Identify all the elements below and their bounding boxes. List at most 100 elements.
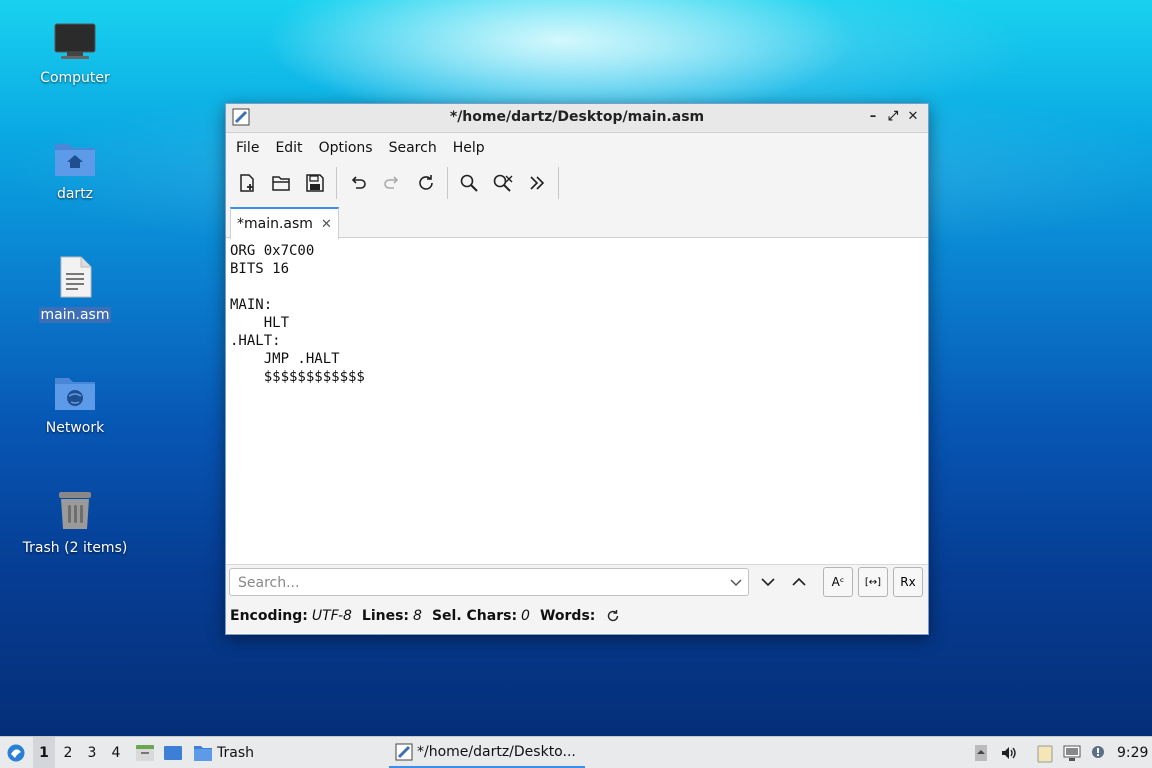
text-editor-area[interactable]: ORG 0x7C00 BITS 16 MAIN: HLT .HALT: JMP … [226, 238, 928, 564]
tab-bar: *main.asm ✕ [226, 203, 928, 239]
desktop: Computer dartz main.asm Network Trash (2… [0, 0, 1152, 736]
desktop-icon-label: dartz [56, 186, 94, 202]
taskbar: 1 2 3 4 Trash */home/dartz/Deskto... 9:2… [0, 736, 1152, 768]
tray-network[interactable] [1061, 737, 1083, 768]
menu-search[interactable]: Search [383, 140, 443, 156]
desktop-icon-main-asm[interactable]: main.asm [15, 255, 135, 323]
quicklaunch-show-desktop[interactable] [161, 737, 185, 768]
clock[interactable]: 9:29 [1117, 737, 1149, 768]
new-document-button[interactable] [234, 170, 260, 196]
toolbar-separator [558, 167, 559, 199]
maximize-button[interactable]: ⤢ [884, 108, 902, 126]
editor-content[interactable]: ORG 0x7C00 BITS 16 MAIN: HLT .HALT: JMP … [230, 242, 924, 386]
window-title: */home/dartz/Desktop/main.asm [449, 109, 705, 125]
desktop-icon-label: Network [45, 420, 105, 436]
find-next-button[interactable] [754, 568, 782, 596]
more-tools-button[interactable] [524, 170, 550, 196]
chevron-down-icon [761, 578, 775, 587]
window-titlebar[interactable]: */home/dartz/Desktop/main.asm – ⤢ ✕ [226, 104, 928, 133]
info-icon [1092, 745, 1104, 758]
workspace-2[interactable]: 2 [57, 737, 79, 768]
text-file-icon [60, 256, 92, 298]
status-bar: Encoding: UTF-8 Lines: 8 Sel. Chars: 0 W… [226, 599, 928, 633]
task-text-editor-label: */home/dartz/Deskto... [417, 743, 576, 760]
toolbar-separator [447, 167, 448, 199]
open-button[interactable] [268, 170, 294, 196]
lines-value: 8 [413, 608, 422, 624]
encoding-value: UTF-8 [311, 608, 352, 624]
encoding-label: Encoding: [230, 608, 308, 624]
volume-control[interactable] [998, 737, 1020, 768]
close-button[interactable]: ✕ [904, 108, 922, 126]
desktop-icon-home-folder[interactable]: dartz [15, 138, 135, 202]
trash-icon [59, 492, 91, 529]
find-button[interactable] [456, 170, 482, 196]
menu-help[interactable]: Help [447, 140, 491, 156]
start-menu-button[interactable] [4, 737, 28, 768]
file-manager-icon [136, 744, 154, 761]
home-folder-icon [55, 144, 95, 176]
search-bar: Aᶜ [↔] Rx [226, 564, 928, 599]
lines-label: Lines: [361, 608, 410, 624]
volume-icon [1002, 746, 1016, 759]
desktop-icon-computer[interactable]: Computer [15, 22, 135, 86]
workspace-4[interactable]: 4 [105, 737, 127, 768]
tray-updates[interactable] [1088, 737, 1108, 768]
tab-label: *main.asm [237, 216, 313, 232]
open-folder-icon [272, 176, 290, 191]
search-box[interactable] [229, 568, 749, 596]
task-trash[interactable]: Trash [193, 737, 254, 768]
find-replace-button[interactable] [490, 170, 516, 196]
reload-icon [419, 175, 433, 190]
folder-icon [194, 745, 212, 761]
sel-chars-label: Sel. Chars: [431, 608, 518, 624]
quicklaunch-file-manager[interactable] [134, 737, 156, 768]
menu-file[interactable]: File [230, 140, 265, 156]
desktop-icon-network[interactable]: Network [15, 372, 135, 436]
desktop-icon-label: Computer [40, 70, 110, 86]
regex-button[interactable]: Rx [893, 567, 923, 597]
network-folder-icon [55, 378, 95, 410]
clipboard-icon [1037, 745, 1053, 762]
refresh-words-icon[interactable] [605, 608, 621, 624]
text-editor-app-icon [395, 743, 413, 760]
find-icon [460, 174, 478, 192]
find-replace-icon [493, 174, 513, 192]
save-icon [306, 174, 324, 192]
sel-chars-value: 0 [521, 608, 530, 624]
lxqt-menu-icon [7, 744, 25, 761]
tray-clipboard[interactable] [1034, 737, 1056, 768]
reload-button[interactable] [413, 170, 439, 196]
undo-icon [351, 176, 366, 189]
save-button[interactable] [302, 170, 328, 196]
editor-window: */home/dartz/Desktop/main.asm – ⤢ ✕ File… [225, 103, 929, 635]
workspace-1[interactable]: 1 [33, 737, 55, 768]
desktop-icon-label: Trash (2 items) [22, 540, 128, 556]
menu-options[interactable]: Options [313, 140, 379, 156]
whole-word-button[interactable]: [↔] [858, 567, 888, 597]
new-document-icon [240, 174, 254, 192]
undo-button[interactable] [345, 170, 371, 196]
task-trash-label: Trash [217, 744, 254, 761]
more-icon [530, 176, 545, 190]
toolbar [226, 163, 928, 203]
tab-close-icon[interactable]: ✕ [321, 217, 332, 232]
chevron-up-icon [792, 577, 806, 586]
redo-icon [384, 176, 399, 189]
chevron-down-icon[interactable] [728, 572, 744, 592]
redo-button[interactable] [379, 170, 405, 196]
words-label: Words: [539, 608, 596, 624]
tray-notifications[interactable] [972, 737, 990, 768]
search-input[interactable] [236, 572, 720, 594]
desktop-icon-label: main.asm [38, 307, 112, 323]
show-desktop-icon [164, 745, 182, 760]
tray-arrow-icon [975, 744, 987, 761]
desktop-icon-trash[interactable]: Trash (2 items) [15, 488, 135, 556]
workspace-3[interactable]: 3 [81, 737, 103, 768]
task-text-editor[interactable]: */home/dartz/Deskto... [389, 737, 585, 768]
find-previous-button[interactable] [785, 568, 813, 596]
menu-edit[interactable]: Edit [269, 140, 308, 156]
match-case-button[interactable]: Aᶜ [823, 567, 853, 597]
minimize-button[interactable]: – [864, 108, 882, 126]
tab-main-asm[interactable]: *main.asm ✕ [230, 207, 339, 239]
